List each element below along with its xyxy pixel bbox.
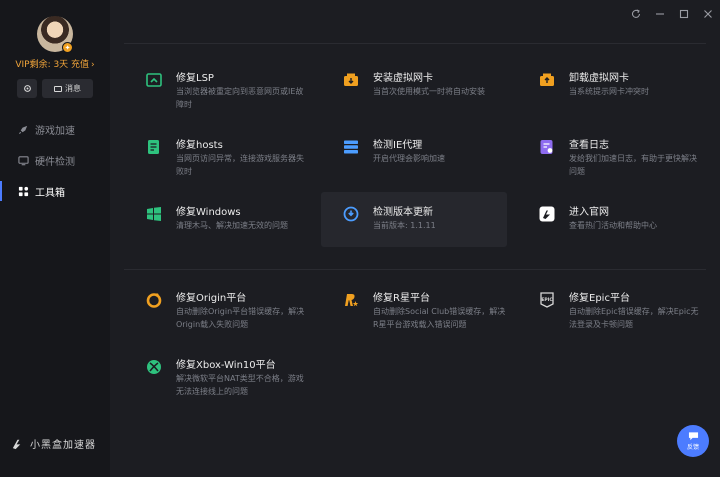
tool-title: 检测IE代理: [373, 140, 423, 151]
vip-status-link[interactable]: VIP剩余: 3天 充值 ›: [0, 57, 110, 70]
tool-card-check-ie-proxy[interactable]: 检测IE代理 开启代理会影响加速: [321, 127, 507, 182]
tool-desc: 开启代理会影响加速: [373, 154, 445, 163]
install-nic-icon: [344, 73, 358, 86]
tool-desc: 查看热门活动和帮助中心: [569, 221, 657, 230]
monitor-icon: [17, 154, 29, 166]
tool-card-repair-windows[interactable]: 修复Windows 清理木马、解决加速无效的问题: [124, 194, 310, 249]
title-bar: [624, 0, 720, 28]
nav-label: 硬件检测: [35, 156, 75, 168]
tool-card-official-site[interactable]: 进入官网 查看热门活动和帮助中心: [517, 194, 703, 249]
tool-title: 安装虚拟网卡: [373, 73, 433, 84]
close-icon: [704, 10, 712, 18]
message-label: 消息: [65, 84, 81, 93]
log-icon: [540, 140, 553, 154]
hosts-icon: [148, 140, 159, 154]
nav-label: 工具箱: [35, 187, 65, 199]
sidebar: ✦ VIP剩余: 3天 充值 › 消息 游戏加速 硬件检测 工具箱 小黑盒加速器: [0, 0, 110, 477]
tool-desc: 自动删除Origin平台错误缓存，解决Origin载入失败问题: [176, 307, 305, 329]
nav-item-game-accel[interactable]: 游戏加速: [0, 116, 110, 142]
brand-logo-icon: [12, 439, 21, 450]
tool-card-install-nic[interactable]: 安装虚拟网卡 当首次使用模式一时将自动安装: [321, 60, 507, 115]
chevron-right-icon: ›: [91, 60, 95, 70]
app-window: ✦ VIP剩余: 3天 充值 › 消息 游戏加速 硬件检测 工具箱 小黑盒加速器…: [0, 0, 720, 477]
refresh-icon: [631, 9, 641, 18]
tool-title: 修复Origin平台: [176, 293, 247, 304]
nav-label: 游戏加速: [35, 125, 75, 137]
feedback-label: 反馈: [686, 444, 699, 451]
tool-card-repair-hosts[interactable]: 修复hosts 当网页访问异常，连接游戏服务器失败时: [124, 127, 310, 182]
website-icon: [539, 206, 555, 222]
message-button[interactable]: 消息: [42, 79, 93, 98]
tool-title: 查看日志: [569, 140, 609, 151]
gear-icon: [23, 85, 31, 92]
rocket-icon: [17, 123, 29, 135]
settings-button[interactable]: [17, 79, 37, 98]
tool-card-repair-lsp[interactable]: 修复LSP 当浏览器被重定向到恶意网页或IE故障时: [124, 60, 310, 115]
update-icon: [343, 206, 359, 222]
tool-desc: 自动删除Social Club错误缓存，解决R星平台游戏载入错误问题: [373, 307, 506, 329]
refresh-button[interactable]: [624, 2, 648, 26]
epic-icon: EPIC: [540, 292, 554, 308]
tool-card-repair-epic[interactable]: EPIC 修复Epic平台 自动删除Epic错误缓存，解决Epic无法登录及卡顿…: [517, 280, 703, 335]
tool-desc: 清理木马、解决加速无效的问题: [176, 221, 288, 230]
divider: [124, 43, 706, 44]
uninstall-nic-icon: [540, 73, 554, 86]
origin-icon: [146, 293, 162, 308]
tool-title: 检测版本更新: [373, 207, 433, 218]
xbox-icon: [147, 360, 161, 374]
envelope-icon: [54, 85, 62, 92]
tool-card-view-log[interactable]: 查看日志 发给我们加速日志，有助于更快解决问题: [517, 127, 703, 182]
tool-title: 修复Windows: [176, 207, 241, 218]
tool-title: 修复hosts: [176, 140, 223, 151]
brand: 小黑盒加速器: [11, 436, 96, 451]
nav-item-hardware[interactable]: 硬件检测: [0, 147, 110, 173]
tool-card-repair-origin[interactable]: 修复Origin平台 自动删除Origin平台错误缓存，解决Origin载入失败…: [124, 280, 310, 335]
brand-name: 小黑盒加速器: [30, 440, 96, 451]
tool-desc: 解决微软平台NAT类型不合格，游戏无法连接线上的问题: [176, 374, 304, 396]
chat-icon: [688, 432, 698, 441]
tool-desc: 当系统提示网卡冲突时: [569, 87, 649, 96]
tool-desc: 当网页访问异常，连接游戏服务器失败时: [176, 154, 304, 176]
maximize-button[interactable]: [672, 2, 696, 26]
feedback-button[interactable]: 反馈: [677, 425, 709, 457]
tool-desc: 当浏览器被重定向到恶意网页或IE故障时: [176, 87, 304, 109]
tool-title: 修复R星平台: [373, 293, 430, 304]
tool-title: 卸载虚拟网卡: [569, 73, 629, 84]
grid-icon: [17, 185, 29, 197]
browser-repair-icon: [146, 73, 162, 87]
windows-icon: [147, 207, 161, 221]
toolbox-panel: 修复LSP 当浏览器被重定向到恶意网页或IE故障时 安装虚拟网卡 当首次使用模式…: [110, 28, 720, 477]
vip-status-text: VIP剩余: 3天 充值: [15, 60, 90, 70]
tool-title: 修复Epic平台: [569, 293, 630, 304]
tool-card-repair-rockstar[interactable]: 修复R星平台 自动删除Social Club错误缓存，解决R星平台游戏载入错误问…: [321, 280, 507, 335]
tool-title: 进入官网: [569, 207, 609, 218]
svg-text:EPIC: EPIC: [541, 297, 553, 303]
tool-card-repair-xbox[interactable]: 修复Xbox-Win10平台 解决微软平台NAT类型不合格，游戏无法连接线上的问…: [124, 347, 310, 402]
tool-desc: 当前版本: 1.1.11: [373, 221, 436, 230]
minimize-icon: [656, 13, 664, 15]
tool-card-check-update[interactable]: 检测版本更新 当前版本: 1.1.11: [321, 192, 507, 247]
minimize-button[interactable]: [648, 2, 672, 26]
tool-desc: 当首次使用模式一时将自动安装: [373, 87, 485, 96]
close-button[interactable]: [696, 2, 720, 26]
tool-desc: 自动删除Epic错误缓存，解决Epic无法登录及卡顿问题: [569, 307, 699, 329]
vip-badge-icon: ✦: [62, 42, 73, 53]
rockstar-icon: [345, 294, 359, 307]
tool-title: 修复Xbox-Win10平台: [176, 360, 276, 371]
tool-card-uninstall-nic[interactable]: 卸载虚拟网卡 当系统提示网卡冲突时: [517, 60, 703, 115]
nav-item-toolbox[interactable]: 工具箱: [0, 178, 110, 204]
maximize-icon: [679, 9, 689, 19]
divider: [124, 269, 706, 270]
proxy-icon: [344, 140, 358, 154]
tool-desc: 发给我们加速日志，有助于更快解决问题: [569, 154, 697, 176]
tool-title: 修复LSP: [176, 73, 214, 84]
